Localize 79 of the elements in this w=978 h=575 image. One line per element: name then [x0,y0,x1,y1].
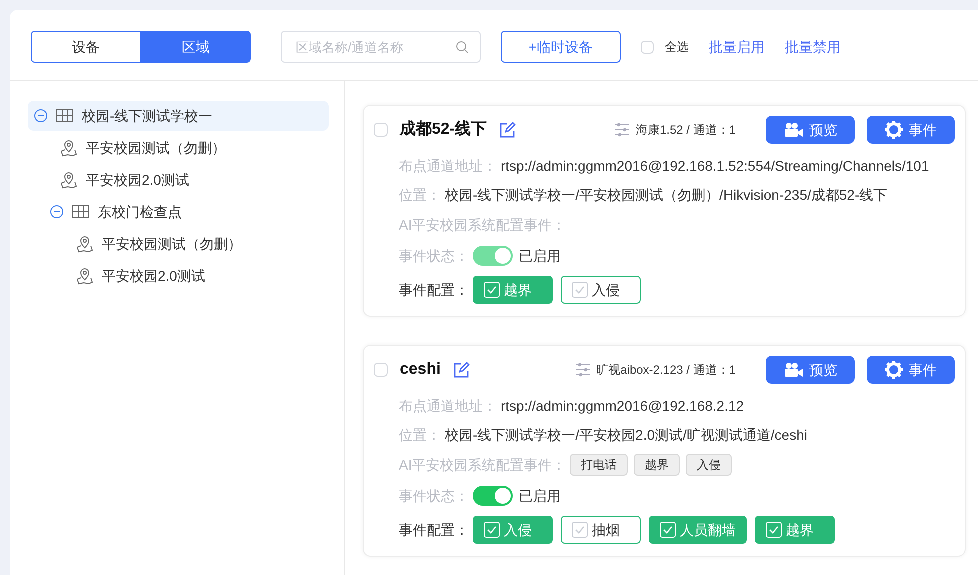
field-label: 事件状态： [399,486,469,506]
events-button[interactable]: 事件 [867,116,955,144]
field-label: 布点通道地址： [399,156,497,176]
event-tag: 打电话 [570,454,628,476]
device-name: 成都52-线下 [400,120,488,140]
search-icon[interactable] [456,41,469,54]
edit-icon[interactable] [452,362,470,378]
event-toggle[interactable]: 抽烟 [561,516,641,544]
tree-label: 平安校园测试（勿删） [102,234,242,254]
map-pin-icon [60,139,78,157]
event-toggle[interactable]: 越界 [755,516,835,544]
checkmark-icon [660,522,676,538]
checkmark-icon [572,522,588,538]
field-value: 校园-线下测试学校一/平安校园2.0测试/旷视测试通道/ceshi [445,426,808,444]
event-toggle[interactable]: 人员翻墙 [649,516,747,544]
view-tab[interactable]: 设备 [31,31,141,63]
checkmark-icon [484,282,500,298]
tree-label: 校园-线下测试学校一 [82,106,213,126]
tree-item[interactable]: 平安校园2.0测试 [60,165,329,195]
preview-button[interactable]: 预览 [766,356,855,384]
event-toggle[interactable]: 入侵 [473,516,553,544]
tree-item[interactable]: 平安校园2.0测试 [76,261,329,291]
view-tab[interactable]: 区域 [141,31,251,63]
collapse-icon[interactable] [34,109,48,123]
map-pin-icon [76,267,94,285]
checkmark-icon [484,522,500,538]
sliders-icon [614,123,630,137]
field-label: AI平安校园系统配置事件： [399,216,566,234]
batch-link[interactable]: 批量启用 [709,36,765,58]
video-camera-icon [784,362,804,378]
event-tag: 越界 [634,454,680,476]
batch-link[interactable]: 批量禁用 [785,36,841,58]
field-value: rtsp://admin:ggmm2016@192.168.1.52:554/Streaming/Channels/101 [501,156,930,176]
status-text: 已启用 [519,486,561,506]
checkbox[interactable] [641,40,654,54]
field-label: 布点通道地址： [399,396,497,416]
status-text: 已启用 [519,246,561,266]
events-button[interactable]: 事件 [867,356,955,384]
gear-icon [885,121,903,139]
field-label: AI平安校园系统配置事件： [399,456,566,474]
checkbox[interactable] [374,363,388,377]
tree-label: 东校门检查点 [98,202,182,222]
event-toggle[interactable]: 入侵 [561,276,641,304]
search-field[interactable]: 区域名称/通道名称 [281,31,481,63]
grid-icon [72,205,90,219]
tree-item[interactable]: 平安校园测试（勿删） [60,133,329,163]
toggle-switch[interactable] [473,486,513,506]
preview-button[interactable]: 预览 [766,116,855,144]
collapse-icon[interactable] [50,205,64,219]
tree-item[interactable]: 东校门检查点 [44,197,329,227]
field-label: 位置： [399,186,441,204]
gear-icon [885,361,903,379]
tree-item[interactable]: 校园-线下测试学校一 [28,101,329,131]
field-value: rtsp://admin:ggmm2016@192.168.2.12 [501,396,744,416]
device-info: 旷视aibox-2.123 / 通道：1 [596,362,736,379]
grid-icon [56,109,74,123]
checkmark-icon [766,522,782,538]
checkbox[interactable] [374,123,388,137]
event-toggle[interactable]: 越界 [473,276,553,304]
map-pin-icon [76,235,94,253]
video-camera-icon [784,122,804,138]
field-label: 事件状态： [399,246,469,266]
select-all-label: 全选 [665,39,689,56]
tree-item[interactable]: 平安校园测试（勿删） [76,229,329,259]
checkmark-icon [572,282,588,298]
event-tag: 入侵 [686,454,732,476]
tree-label: 平安校园2.0测试 [102,266,206,286]
device-name: ceshi [400,360,441,380]
edit-icon[interactable] [499,122,516,138]
field-label: 位置： [399,426,441,444]
map-pin-icon [60,171,78,189]
device-info: 海康1.52 / 通道：1 [636,122,736,139]
tree-label: 平安校园测试（勿删） [86,138,226,158]
tree-label: 平安校园2.0测试 [86,170,190,190]
field-value: 校园-线下测试学校一/平安校园测试（勿删）/Hikvision-235/成都52-线下 [445,186,888,204]
sliders-icon [574,363,591,377]
field-label: 事件配置： [399,280,469,300]
field-label: 事件配置： [399,520,469,540]
add-device-button[interactable]: +临时设备 [501,31,621,63]
